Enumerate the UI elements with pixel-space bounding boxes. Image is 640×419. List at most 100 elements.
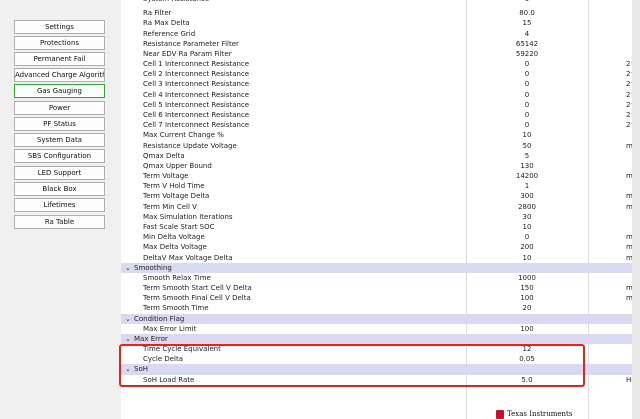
table-row[interactable]: Qmax Upper Bound 130	[121, 161, 640, 171]
table-row[interactable]: Max Error Limit 100	[121, 324, 640, 334]
param-value[interactable]: 0	[497, 110, 557, 120]
param-name: Smooth Relax Time	[143, 273, 211, 282]
table-row[interactable]: Cell 1 Interconnect Resistance02^-1	[121, 59, 640, 69]
param-value[interactable]: 130	[497, 161, 557, 171]
nav-button-led-support[interactable]: LED Support	[14, 166, 105, 180]
table-row[interactable]: Ra Max Delta 15	[121, 18, 640, 28]
table-row[interactable]: Near EDV Ra Param Filter 59220	[121, 49, 640, 59]
param-value[interactable]: 0	[497, 90, 557, 100]
table-row[interactable]: DeltaV Max Voltage Delta 10 m	[121, 253, 640, 263]
param-value[interactable]: 100	[497, 324, 557, 334]
param-value[interactable]: 10	[497, 222, 557, 232]
nav-button-power[interactable]: Power	[14, 101, 105, 115]
section-header-max-error[interactable]: ⌄ Max Error	[121, 333, 640, 345]
table-row[interactable]: Max Delta Voltage 200 m	[121, 242, 640, 252]
param-name: Term Smooth Time	[143, 304, 209, 313]
nav-button-system-data[interactable]: System Data	[14, 133, 105, 147]
table-row[interactable]: Ra Filter 80.0	[121, 8, 640, 18]
table-row[interactable]: Min Delta Voltage 0 m	[121, 232, 640, 242]
param-value[interactable]: 300	[497, 191, 557, 201]
table-row[interactable]: Reference Grid 4	[121, 29, 640, 39]
param-value[interactable]: 10	[497, 253, 557, 263]
table-row[interactable]: System Resistance 0	[121, 0, 640, 8]
param-value[interactable]: 1000	[497, 273, 557, 283]
param-name: Cell 1 Interconnect Resistance	[143, 60, 250, 69]
nav-button-gas-gauging[interactable]: Gas Gauging	[14, 84, 105, 98]
table-row[interactable]: Max Current Change % 10	[121, 130, 640, 140]
param-value[interactable]: 100	[497, 293, 557, 303]
param-name: Ra Filter	[143, 9, 172, 18]
vertical-scrollbar[interactable]	[632, 0, 640, 419]
param-value[interactable]: 0	[497, 120, 557, 130]
param-value[interactable]: 50	[497, 141, 557, 151]
param-value[interactable]: 200	[497, 242, 557, 252]
param-name: Term V Hold Time	[143, 182, 205, 191]
param-name: DeltaV Max Voltage Delta	[143, 253, 233, 262]
table-row[interactable]: Term Voltage Delta 300 m	[121, 191, 640, 201]
chevron-down-icon[interactable]: ⌄	[125, 263, 131, 273]
table-row[interactable]: Cell 6 Interconnect Resistance02^-1	[121, 110, 640, 120]
param-value[interactable]: 0	[497, 69, 557, 79]
param-value[interactable]: 150	[497, 283, 557, 293]
table-row[interactable]: Smooth Relax Time 1000	[121, 273, 640, 283]
ti-logo: Texas Instruments	[496, 409, 572, 419]
param-value[interactable]: 0	[497, 0, 557, 4]
param-name: Max Current Change %	[143, 131, 224, 140]
section-header-condition-flag[interactable]: ⌄ Condition Flag	[121, 313, 640, 324]
table-row[interactable]: Term Smooth Final Cell V Delta 100 m	[121, 293, 640, 303]
nav-button-lifetimes[interactable]: Lifetimes	[14, 198, 105, 212]
table-row[interactable]: Cell 7 Interconnect Resistance02^-1	[121, 120, 640, 130]
table-row[interactable]: Cell 4 Interconnect Resistance02^-1	[121, 90, 640, 100]
sidebar-nav: Settings Protections Permanent Fail Advance…	[0, 0, 117, 419]
param-name: Cell 2 Interconnect Resistance	[143, 70, 250, 79]
nav-button-permanent-fail[interactable]: Permanent Fail	[14, 52, 105, 66]
param-value[interactable]: 0	[497, 59, 557, 69]
param-value[interactable]: 80.0	[497, 8, 557, 18]
table-row[interactable]: Term Smooth Start Cell V Delta 150 m	[121, 283, 640, 293]
param-name: Term Voltage	[143, 172, 189, 181]
nav-button-pf-status[interactable]: PF Status	[14, 117, 105, 131]
param-value[interactable]: 5	[497, 151, 557, 161]
chevron-down-icon[interactable]: ⌄	[125, 334, 131, 344]
table-row[interactable]: Term Voltage 14200 m	[121, 171, 640, 181]
table-row[interactable]: Cell 2 Interconnect Resistance02^-1	[121, 69, 640, 79]
table-row[interactable]: Term Min Cell V 2800 m	[121, 202, 640, 212]
table-row[interactable]: Resistance Parameter Filter 65142	[121, 39, 640, 49]
param-name: Term Smooth Start Cell V Delta	[143, 284, 252, 293]
table-row[interactable]: Term V Hold Time 1	[121, 181, 640, 191]
param-value[interactable]: 0	[497, 232, 557, 242]
section-header-smoothing[interactable]: ⌄ Smoothing	[121, 262, 640, 273]
nav-button-black-box[interactable]: Black Box	[14, 182, 105, 196]
nav-button-sbs-configuration[interactable]: SBS Configuration	[14, 149, 105, 163]
param-name: Near EDV Ra Param Filter	[143, 49, 232, 58]
param-value[interactable]: 2800	[497, 202, 557, 212]
nav-button-ra-table[interactable]: Ra Table	[14, 215, 105, 229]
param-value[interactable]: 15	[497, 18, 557, 28]
param-value[interactable]: 14200	[497, 171, 557, 181]
param-value[interactable]: 0	[497, 100, 557, 110]
table-row[interactable]: Resistance Update Voltage 50 m	[121, 141, 640, 151]
param-value[interactable]: 65142	[497, 39, 557, 49]
param-value[interactable]: 30	[497, 212, 557, 222]
nav-button-settings[interactable]: Settings	[14, 20, 105, 34]
param-value[interactable]: 1	[497, 181, 557, 191]
param-name: Term Min Cell V	[143, 202, 197, 211]
table-row[interactable]: Cell 5 Interconnect Resistance02^-1	[121, 100, 640, 110]
nav-button-advanced-charge-algorithm[interactable]: Advanced Charge Algorithm	[14, 68, 105, 82]
param-value[interactable]: 0	[497, 79, 557, 89]
param-value[interactable]: 20	[497, 303, 557, 313]
param-value[interactable]: 10	[497, 130, 557, 140]
table-row[interactable]: Term Smooth Time 20	[121, 303, 640, 313]
param-name: Qmax Upper Bound	[143, 161, 212, 170]
param-name: Min Delta Voltage	[143, 233, 205, 242]
chevron-down-icon[interactable]: ⌄	[125, 314, 131, 324]
table-row[interactable]: Cell 3 Interconnect Resistance02^-1	[121, 79, 640, 89]
param-value[interactable]: 59220	[497, 49, 557, 59]
table-row[interactable]: Qmax Delta 5	[121, 151, 640, 161]
highlight-box	[119, 344, 585, 387]
table-row[interactable]: Max Simulation Iterations 30	[121, 212, 640, 222]
table-row[interactable]: Fast Scale Start SOC 10	[121, 222, 640, 232]
param-value[interactable]: 4	[497, 29, 557, 39]
param-name: Max Simulation Iterations	[143, 212, 233, 221]
nav-button-protections[interactable]: Protections	[14, 36, 105, 50]
